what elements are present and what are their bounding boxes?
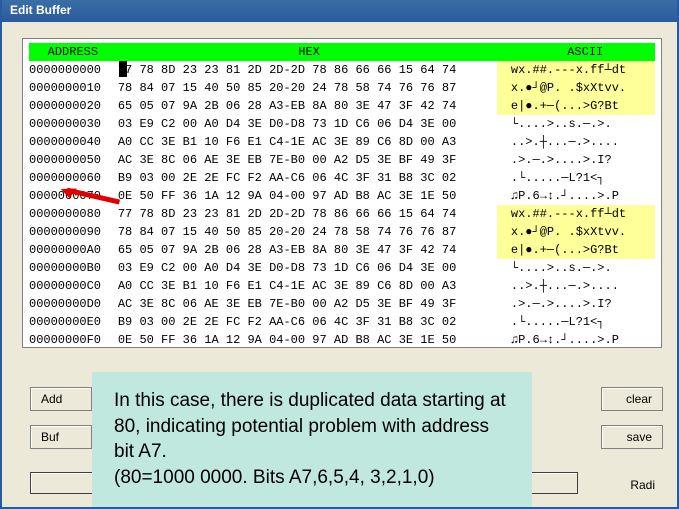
hex-cell[interactable]: 03 E9 C2 00 A0 D4 3E D0-D8 73 1D C6 06 D… xyxy=(118,115,497,133)
hex-cell[interactable]: B9 03 00 2E 2E FC F2 AA-C6 06 4C 3F 31 B… xyxy=(118,169,497,187)
hex-row[interactable]: 00000000A065 05 07 9A 2B 06 28 A3-EB 8A … xyxy=(29,241,655,259)
address-cell: 00000000B0 xyxy=(29,259,118,277)
ascii-cell: └....>..s.─.>. xyxy=(497,115,655,133)
ascii-cell: .>.─.>....>.I? xyxy=(497,151,655,169)
address-cell: 00000000A0 xyxy=(29,241,118,259)
hex-editor[interactable]: ADDRESS HEX ASCII 000000000077 78 8D 23 … xyxy=(22,38,662,348)
address-cell: 00000000E0 xyxy=(29,313,118,331)
ascii-cell: .>.─.>....>.I? xyxy=(497,295,655,313)
hex-row[interactable]: 00000000E0B9 03 00 2E 2E FC F2 AA-C6 06 … xyxy=(29,313,655,331)
header-address: ADDRESS xyxy=(29,43,117,61)
hex-cell[interactable]: 03 E9 C2 00 A0 D4 3E D0-D8 73 1D C6 06 D… xyxy=(118,259,497,277)
hex-row[interactable]: 0000000060B9 03 00 2E 2E FC F2 AA-C6 06 … xyxy=(29,169,655,187)
ascii-cell: ♫P.6→↕.┘....>.P xyxy=(497,331,655,349)
ascii-cell: e|●.+─(...>G?Bt xyxy=(497,97,655,115)
hex-cell[interactable]: AC 3E 8C 06 AE 3E EB 7E-B0 00 A2 D5 3E B… xyxy=(118,151,497,169)
ascii-cell: .└.....─L?1<┐ xyxy=(497,169,655,187)
add-button[interactable]: Add xyxy=(30,387,92,411)
ascii-cell: wx.##.---x.ff┴dt xyxy=(497,205,655,223)
address-cell: 0000000090 xyxy=(29,223,118,241)
hex-row[interactable]: 000000009078 84 07 15 40 50 85 20-20 24 … xyxy=(29,223,655,241)
address-cell: 0000000000 xyxy=(29,61,118,79)
hex-row[interactable]: 00000000F00E 50 FF 36 1A 12 9A 04-00 97 … xyxy=(29,331,655,349)
address-cell: 00000000C0 xyxy=(29,277,118,295)
header-ascii: ASCII xyxy=(515,43,655,61)
right-buttons: clear save xyxy=(601,387,663,449)
ascii-cell: └....>..s.─.>. xyxy=(497,259,655,277)
save-button[interactable]: save xyxy=(601,425,663,449)
address-cell: 0000000050 xyxy=(29,151,118,169)
address-cell: 0000000020 xyxy=(29,97,118,115)
address-cell: 0000000060 xyxy=(29,169,118,187)
hex-cell[interactable]: 0E 50 FF 36 1A 12 9A 04-00 97 AD B8 AC 3… xyxy=(118,331,497,349)
hex-cell[interactable]: 65 05 07 9A 2B 06 28 A3-EB 8A 80 3E 47 3… xyxy=(118,97,497,115)
address-cell: 0000000040 xyxy=(29,133,118,151)
hex-row[interactable]: 00000000B003 E9 C2 00 A0 D4 3E D0-D8 73 … xyxy=(29,259,655,277)
ascii-cell: ..>.┼...─.>.... xyxy=(497,277,655,295)
hex-row[interactable]: 0000000050AC 3E 8C 06 AE 3E EB 7E-B0 00 … xyxy=(29,151,655,169)
radix-label: Radi xyxy=(630,478,655,492)
hex-row[interactable]: 00000000700E 50 FF 36 1A 12 9A 04-00 97 … xyxy=(29,187,655,205)
window-title: Edit Buffer xyxy=(2,0,677,22)
hex-rows: 000000000077 78 8D 23 23 81 2D 2D-2D 78 … xyxy=(29,61,655,349)
hex-row[interactable]: 000000003003 E9 C2 00 A0 D4 3E D0-D8 73 … xyxy=(29,115,655,133)
address-cell: 0000000080 xyxy=(29,205,118,223)
hex-cell[interactable]: 0E 50 FF 36 1A 12 9A 04-00 97 AD B8 AC 3… xyxy=(118,187,497,205)
hex-row[interactable]: 000000008077 78 8D 23 23 81 2D 2D-2D 78 … xyxy=(29,205,655,223)
hex-row[interactable]: 000000002065 05 07 9A 2B 06 28 A3-EB 8A … xyxy=(29,97,655,115)
hex-cell[interactable]: 65 05 07 9A 2B 06 28 A3-EB 8A 80 3E 47 3… xyxy=(118,241,497,259)
ascii-cell: e|●.+─(...>G?Bt xyxy=(497,241,655,259)
address-cell: 0000000010 xyxy=(29,79,118,97)
annotation-callout: In this case, there is duplicated data s… xyxy=(92,372,532,507)
address-cell: 0000000070 xyxy=(29,187,118,205)
hex-cell[interactable]: AC 3E 8C 06 AE 3E EB 7E-B0 00 A2 D5 3E B… xyxy=(118,295,497,313)
ascii-cell: wx.##.---x.ff┴dt xyxy=(497,61,655,79)
ascii-cell: ..>.┼...─.>.... xyxy=(497,133,655,151)
hex-cell[interactable]: 77 78 8D 23 23 81 2D 2D-2D 78 86 66 66 1… xyxy=(118,205,497,223)
left-buttons: Add Buf xyxy=(30,387,92,449)
address-cell: 0000000030 xyxy=(29,115,118,133)
edit-buffer-window: Edit Buffer ADDRESS HEX ASCII 0000000000… xyxy=(0,0,679,509)
hex-cell[interactable]: 78 84 07 15 40 50 85 20-20 24 78 58 74 7… xyxy=(118,79,497,97)
address-cell: 00000000D0 xyxy=(29,295,118,313)
hex-row[interactable]: 000000001078 84 07 15 40 50 85 20-20 24 … xyxy=(29,79,655,97)
ascii-cell: ♫P.6→↕.┘....>.P xyxy=(497,187,655,205)
hex-row[interactable]: 0000000040A0 CC 3E B1 10 F6 E1 C4-1E AC … xyxy=(29,133,655,151)
hex-row[interactable]: 00000000D0AC 3E 8C 06 AE 3E EB 7E-B0 00 … xyxy=(29,295,655,313)
header-row: ADDRESS HEX ASCII xyxy=(29,43,655,61)
clear-button[interactable]: clear xyxy=(601,387,663,411)
hex-cell[interactable]: A0 CC 3E B1 10 F6 E1 C4-1E AC 3E 89 C6 8… xyxy=(118,277,497,295)
hex-cell[interactable]: 77 78 8D 23 23 81 2D 2D-2D 78 86 66 66 1… xyxy=(118,61,497,79)
address-cell: 00000000F0 xyxy=(29,331,118,349)
buffer-button[interactable]: Buf xyxy=(30,425,92,449)
text-cursor xyxy=(119,61,127,77)
hex-cell[interactable]: 78 84 07 15 40 50 85 20-20 24 78 58 74 7… xyxy=(118,223,497,241)
client-area: ADDRESS HEX ASCII 000000000077 78 8D 23 … xyxy=(2,22,677,358)
header-hex: HEX xyxy=(117,43,502,61)
ascii-cell: x.●┘@P. .$xXtvv. xyxy=(497,223,655,241)
hex-cell[interactable]: A0 CC 3E B1 10 F6 E1 C4-1E AC 3E 89 C6 8… xyxy=(118,133,497,151)
ascii-cell: x.●┘@P. .$xXtvv. xyxy=(497,79,655,97)
hex-cell[interactable]: B9 03 00 2E 2E FC F2 AA-C6 06 4C 3F 31 B… xyxy=(118,313,497,331)
ascii-cell: .└.....─L?1<┐ xyxy=(497,313,655,331)
hex-row[interactable]: 00000000C0A0 CC 3E B1 10 F6 E1 C4-1E AC … xyxy=(29,277,655,295)
